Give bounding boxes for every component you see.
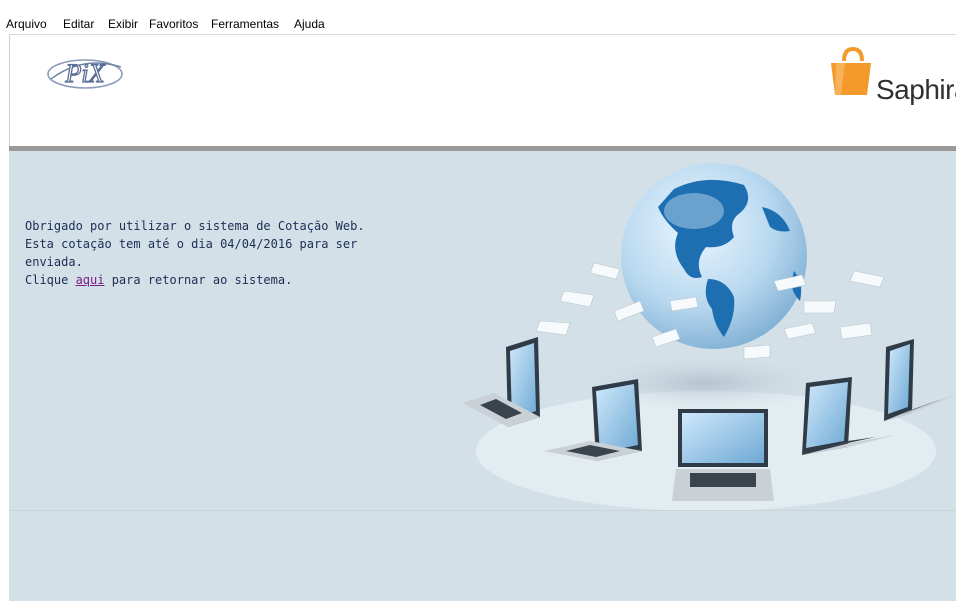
- menu-favoritos[interactable]: Favoritos: [149, 16, 198, 32]
- menu-editar[interactable]: Editar: [63, 16, 94, 32]
- menu-exibir[interactable]: Exibir: [108, 16, 138, 32]
- return-link[interactable]: aqui: [76, 273, 105, 287]
- laptop-icon: [462, 337, 540, 427]
- window-edge: [0, 34, 9, 601]
- menu-ajuda[interactable]: Ajuda: [294, 16, 325, 32]
- message-line-3: Clique aqui para retornar ao sistema.: [25, 271, 385, 289]
- saphira-logo-text: Saphira: [876, 74, 956, 105]
- saphira-bag-icon: [827, 46, 875, 101]
- globe-icon: [621, 163, 807, 349]
- message-line-2: Esta cotação tem até o dia 04/04/2016 pa…: [25, 237, 358, 269]
- page-footer: [9, 511, 956, 601]
- message-line-3-prefix: Clique: [25, 273, 76, 287]
- pix-logo: PiX: [43, 49, 127, 101]
- thank-you-message: Obrigado por utilizar o sistema de Cotaç…: [25, 217, 385, 289]
- menu-bar: Arquivo Editar Exibir Favoritos Ferramen…: [0, 0, 956, 35]
- network-illustration: [444, 151, 956, 514]
- main-content: Obrigado por utilizar o sistema de Cotaç…: [9, 151, 956, 511]
- laptop-icon: [884, 339, 956, 421]
- menu-ferramentas[interactable]: Ferramentas: [211, 16, 279, 32]
- laptop-icon: [672, 409, 774, 501]
- pix-logo-text: PiX: [65, 59, 106, 88]
- message-line-1: Obrigado por utilizar o sistema de Cotaç…: [25, 219, 365, 233]
- message-line-3-suffix: para retornar ao sistema.: [104, 273, 293, 287]
- page-header: PiX Saphira: [9, 35, 956, 146]
- menu-arquivo[interactable]: Arquivo: [6, 16, 47, 32]
